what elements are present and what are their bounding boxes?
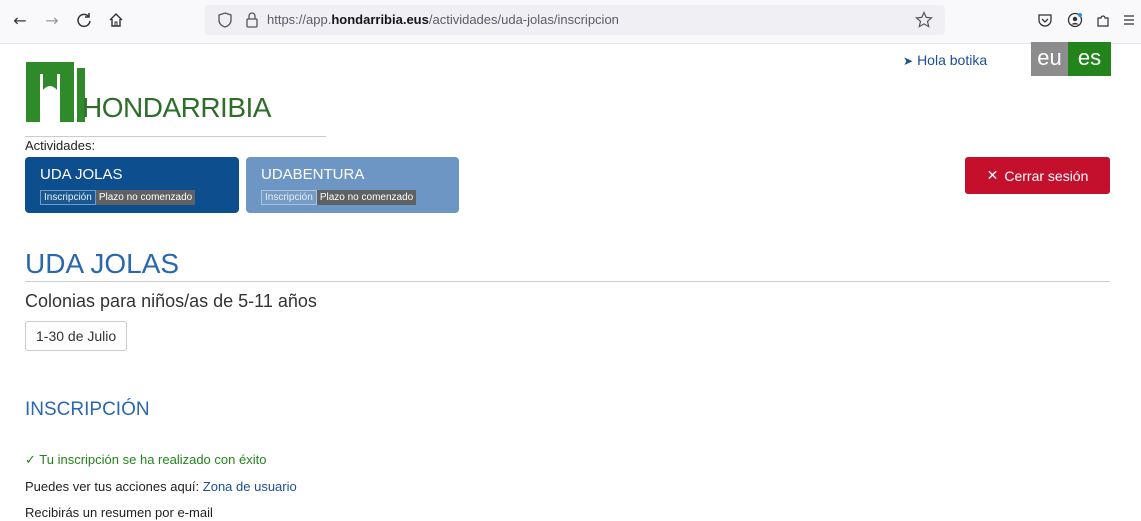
- double-arrow-icon: ➤: [903, 54, 914, 68]
- bookmark-star-icon[interactable]: [915, 11, 933, 29]
- address-bar[interactable]: https://app.hondarribia.eus/actividades/…: [205, 5, 945, 35]
- logo-text: HONDARRIBIA: [82, 92, 271, 123]
- lang-es-button[interactable]: es: [1068, 42, 1111, 76]
- logo-divider: [25, 136, 326, 137]
- title-divider: [25, 281, 1110, 282]
- summary-message: Recibirás un resumen por e-mail: [25, 505, 213, 520]
- url-text: https://app.hondarribia.eus/actividades/…: [267, 12, 619, 27]
- user-greeting-link[interactable]: ➤ Hola botika: [903, 52, 987, 68]
- dates-badge: 1-30 de Julio: [25, 321, 128, 351]
- checkmark-icon: ✓: [25, 453, 36, 468]
- activity-tag: Inscripción: [40, 190, 96, 205]
- activity-card-uda-jolas[interactable]: UDA JOLAS Inscripción Plazo no comenzado: [25, 157, 239, 213]
- user-zone-link[interactable]: Zona de usuario: [203, 479, 297, 494]
- actions-message: Puedes ver tus acciones aquí: Zona de us…: [25, 479, 297, 494]
- lang-eu-button[interactable]: eu: [1031, 42, 1068, 76]
- activity-name: UDABENTURA: [261, 166, 365, 183]
- extensions-icon[interactable]: [1091, 8, 1115, 32]
- pocket-icon[interactable]: [1033, 8, 1057, 32]
- browser-toolbar: ← → https://app.hondarribia.eus/activida…: [0, 0, 1141, 44]
- home-icon[interactable]: [104, 8, 128, 32]
- hondarribia-logo-icon[interactable]: [26, 56, 86, 122]
- activity-name: UDA JOLAS: [40, 166, 123, 183]
- activity-card-udabentura[interactable]: UDABENTURA Inscripción Plazo no comenzado: [246, 157, 459, 213]
- menu-icon[interactable]: [1117, 8, 1141, 32]
- close-icon: ✕: [986, 167, 999, 184]
- activity-status: Plazo no comenzado: [316, 190, 417, 205]
- section-title: INSCRIPCIÓN: [25, 399, 150, 420]
- activity-tag: Inscripción: [261, 190, 317, 205]
- shield-icon[interactable]: [217, 12, 233, 28]
- logout-button[interactable]: ✕ Cerrar sesión: [965, 157, 1110, 194]
- page-title: UDA JOLAS: [25, 248, 180, 279]
- activity-status: Plazo no comenzado: [95, 190, 196, 205]
- reload-icon[interactable]: [72, 8, 96, 32]
- lock-icon[interactable]: [245, 12, 259, 28]
- back-arrow-icon[interactable]: ←: [8, 8, 32, 32]
- activities-label: Actividades:: [25, 138, 96, 153]
- page-subtitle: Colonias para niños/as de 5-11 años: [25, 291, 317, 311]
- forward-arrow-icon[interactable]: →: [40, 8, 64, 32]
- account-icon[interactable]: [1063, 8, 1087, 32]
- success-message: ✓ Tu inscripción se ha realizado con éxi…: [25, 452, 267, 468]
